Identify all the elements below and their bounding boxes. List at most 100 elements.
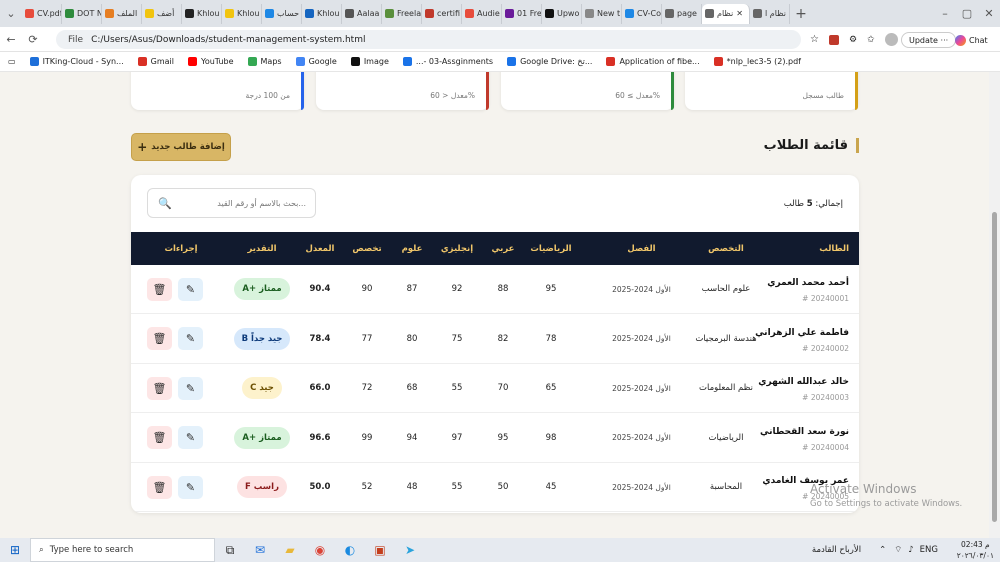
header-name[interactable]: الطالب (791, 232, 849, 265)
tab-favicon-icon (305, 9, 314, 18)
close-tab-icon[interactable]: ✕ (736, 9, 743, 18)
browser-tab[interactable]: Khlou (302, 3, 342, 24)
browser-tab[interactable]: 01 Fre (502, 3, 542, 24)
edit-button[interactable]: ✎ (178, 327, 203, 351)
delete-button[interactable]: 🗑 (147, 426, 172, 450)
profile-avatar[interactable] (884, 33, 898, 46)
weather-label[interactable]: الأرباح القادمة (812, 545, 861, 555)
back-icon[interactable]: ← (0, 33, 22, 46)
delete-button[interactable]: 🗑 (147, 277, 172, 301)
browser-tab[interactable]: DOT N (62, 3, 102, 24)
lang-label[interactable]: ENG (920, 545, 938, 555)
edge-icon[interactable]: ◐ (335, 538, 365, 562)
chat-button[interactable]: Chat (955, 32, 988, 48)
search-input[interactable]: 🔍 بحث بالاسم أو رقم القيد... (147, 188, 316, 218)
task-view-icon[interactable]: ⧉ (215, 538, 245, 562)
browser-tab[interactable]: certifi (422, 3, 462, 24)
close-window-icon[interactable]: ✕ (978, 7, 1000, 20)
update-button[interactable]: Update ··· (901, 32, 957, 48)
browser-tab[interactable]: Upwo (542, 3, 582, 24)
stat-card: معدل < 60% (316, 72, 489, 110)
bookmark-item[interactable]: YouTube (188, 57, 234, 66)
delete-button[interactable]: 🗑 (147, 475, 172, 499)
browser-tab[interactable]: Khlou (182, 3, 222, 24)
delete-button[interactable]: 🗑 (147, 376, 172, 400)
chrome-icon[interactable]: ◉ (305, 538, 335, 562)
bookmark-item[interactable]: Application of fibe... (606, 57, 700, 66)
browser-tab[interactable]: أضف (142, 3, 182, 24)
cell-average: 96.6 (309, 432, 331, 443)
reading-list-icon[interactable]: ▭ (8, 57, 16, 66)
url-input[interactable]: File C:/Users/Asus/Downloads/student-man… (56, 30, 801, 49)
header-science[interactable]: علوم (391, 232, 433, 265)
edit-button[interactable]: ✎ (178, 277, 203, 301)
powerpoint-icon[interactable]: ▣ (365, 538, 395, 562)
add-student-button[interactable]: + إضافة طالب جديد (131, 133, 231, 161)
favorite-icon[interactable]: ☆ (810, 34, 819, 45)
bookmark-item[interactable]: Gmail (137, 57, 174, 66)
bookmark-label: Image (363, 57, 389, 66)
student-name: نورة سعد القحطاني (760, 426, 849, 437)
minimize-icon[interactable]: – (934, 7, 956, 20)
header-english[interactable]: إنجليزي (433, 232, 481, 265)
clock[interactable]: 02:43 م ٢٠٢٦/٠٣/٠١ (957, 539, 994, 561)
delete-button[interactable]: 🗑 (147, 327, 172, 351)
bookmark-item[interactable]: Google Drive: تخ... (507, 57, 592, 66)
edit-button[interactable]: ✎ (178, 426, 203, 450)
file-explorer-icon[interactable]: ▰ (275, 538, 305, 562)
browser-tab[interactable]: Freela (382, 3, 422, 24)
cell-arabic: 50 (497, 482, 509, 493)
edit-button[interactable]: ✎ (178, 475, 203, 499)
extensions-icon[interactable]: ⚙ (849, 35, 857, 45)
header-math[interactable]: الرياضيات (521, 232, 581, 265)
new-tab-icon[interactable]: + (790, 6, 812, 22)
telegram-icon[interactable]: ➤ (395, 538, 425, 562)
cell-math: 78 (545, 333, 557, 344)
browser-tab[interactable]: New t (582, 3, 622, 24)
browser-tab[interactable]: page (662, 3, 702, 24)
header-grade[interactable]: التقدير (227, 232, 297, 265)
bookmark-item[interactable]: Image (350, 57, 389, 66)
taskbar: ⊞ ⌕ Type here to search ⧉ ✉ ▰ ◉ ◐ ▣ ➤ ال… (0, 538, 1000, 562)
bookmark-item[interactable]: Maps (247, 57, 282, 66)
bookmark-item[interactable]: ITKing-Cloud - Syn... (29, 57, 124, 66)
browser-tab[interactable]: الملف (102, 3, 142, 24)
edit-button[interactable]: ✎ (178, 376, 203, 400)
header-average[interactable]: المعدل (297, 232, 343, 265)
tray-chevron-icon[interactable]: ⌃ (879, 545, 886, 555)
browser-tab[interactable]: CV.pdf (22, 3, 62, 24)
browser-tab[interactable]: CV-Co (622, 3, 662, 24)
volume-icon[interactable]: ♪ (908, 545, 913, 555)
extension-icon[interactable] (828, 34, 839, 45)
reload-icon[interactable]: ⟳ (22, 33, 44, 46)
scrollbar-thumb[interactable] (992, 212, 997, 522)
bookmark-item[interactable]: ...- 03-Assginments (402, 57, 493, 66)
taskbar-search-input[interactable]: ⌕ Type here to search (30, 538, 215, 562)
browser-tab[interactable]: نظام ✕ (702, 3, 750, 24)
bookmark-label: *nlp_lec3-5 (2).pdf (726, 57, 801, 66)
header-specialty[interactable]: تخصص (343, 232, 391, 265)
browser-tab[interactable]: Khlou (222, 3, 262, 24)
maximize-icon[interactable]: ▢ (956, 7, 978, 20)
scrollbar[interactable] (989, 72, 1000, 538)
bookmark-label: Maps (260, 57, 282, 66)
mail-icon[interactable]: ✉ (245, 538, 275, 562)
tab-actions-icon[interactable]: ⌄ (0, 7, 22, 20)
student-id: # 20240003 (802, 393, 849, 403)
collections-icon[interactable]: ✩ (867, 35, 875, 45)
header-arabic[interactable]: عربي (481, 232, 525, 265)
tab-favicon-icon (625, 9, 634, 18)
bookmark-item[interactable]: *nlp_lec3-5 (2).pdf (713, 57, 801, 66)
bookmark-label: Gmail (150, 57, 174, 66)
bookmark-item[interactable]: Google (295, 57, 337, 66)
cell-science: 87 (406, 284, 418, 294)
browser-tab[interactable]: حساب (262, 3, 302, 24)
browser-tab[interactable]: Audie (462, 3, 502, 24)
network-icon[interactable]: ⌔ (894, 545, 902, 555)
browser-tab[interactable]: Aalaa (342, 3, 382, 24)
windows-start-icon[interactable]: ⊞ (0, 543, 30, 557)
header-major[interactable]: التخصص (681, 232, 771, 265)
header-semester[interactable]: الفصل (589, 232, 694, 265)
browser-tab[interactable]: نظام ا (750, 3, 790, 24)
cell-arabic: 95 (497, 432, 509, 443)
